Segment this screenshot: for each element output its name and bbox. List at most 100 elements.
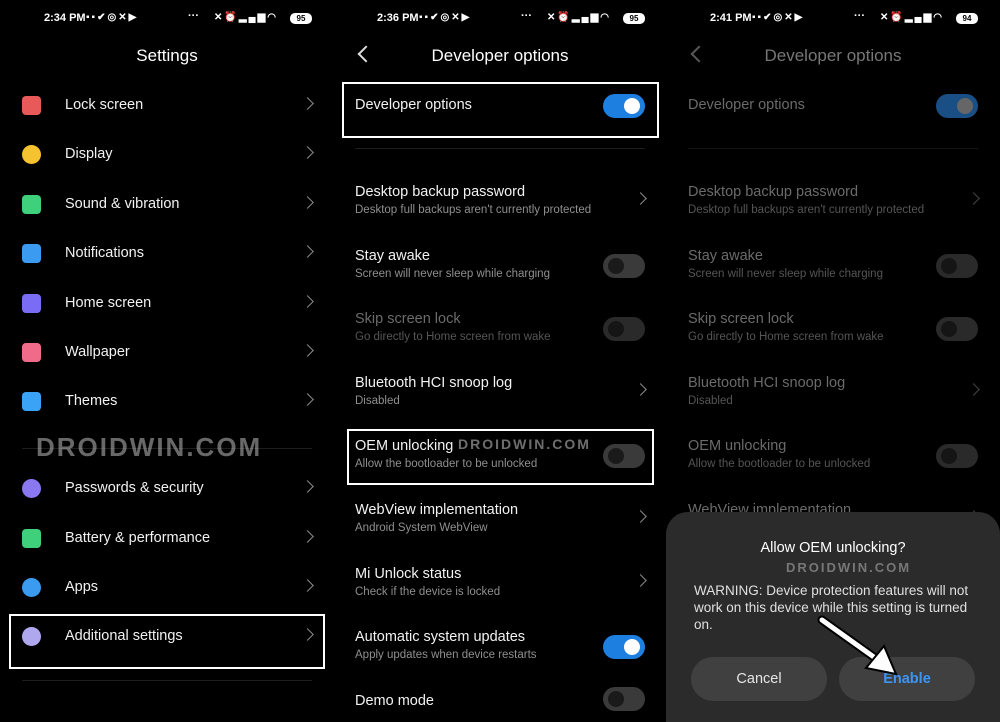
developer-option-row[interactable]: OEM unlocking Allow the bootloader to be … [666, 438, 1000, 498]
page-title: Developer options [431, 46, 569, 65]
chevron-right-icon [301, 344, 314, 357]
developer-option-row[interactable]: Desktop backup password Desktop full back… [333, 184, 667, 244]
divider [22, 680, 312, 681]
option-toggle[interactable] [603, 254, 645, 278]
option-toggle[interactable] [936, 254, 978, 278]
chevron-right-icon [634, 574, 647, 587]
developer-option-row[interactable]: WebView implementation Android System Web… [333, 502, 667, 562]
row-title: Stay awake [355, 248, 430, 264]
settings-item-label: Notifications [65, 245, 144, 261]
settings-item[interactable]: Apps [0, 566, 334, 610]
row-title: Skip screen lock [688, 311, 794, 327]
system-icons: ✕⏰▂▄▆◠ [214, 12, 279, 23]
row-title: Mi Unlock status [355, 566, 462, 582]
row-subtitle: Screen will never sleep while charging [355, 268, 550, 280]
settings-item[interactable]: Passwords & security [0, 467, 334, 511]
row-subtitle: Allow the bootloader to be unlocked [688, 458, 871, 470]
settings-item-label: Lock screen [65, 97, 144, 113]
status-bar: 2:41 PM ▪▪✔◎✕▶ ··· ✕⏰▂▄▆◠ 94 [666, 10, 1000, 28]
settings-item[interactable]: Wallpaper [0, 331, 334, 375]
settings-item[interactable]: Lock screen [0, 84, 334, 128]
lock-icon [22, 96, 41, 115]
chevron-right-icon [634, 510, 647, 523]
option-toggle[interactable] [936, 317, 978, 341]
settings-item[interactable]: Display [0, 133, 334, 177]
battery-icon [22, 529, 41, 548]
settings-item[interactable]: Home screen [0, 282, 334, 326]
page-title: Developer options [764, 46, 902, 65]
notification-icons: ▪▪✔◎✕▶ [86, 12, 139, 23]
chevron-right-icon [301, 146, 314, 159]
chevron-right-icon [301, 97, 314, 110]
notification-icons: ▪▪✔◎✕▶ [419, 12, 472, 23]
developer-option-row[interactable]: Skip screen lock Go directly to Home scre… [333, 311, 667, 371]
sun-icon [22, 145, 41, 164]
developer-option-row[interactable]: Bluetooth HCI snoop log Disabled [666, 375, 1000, 435]
row-title: Developer options [688, 97, 805, 113]
option-toggle[interactable] [603, 635, 645, 659]
settings-screen: 2:34 PM ▪▪✔◎✕▶ ··· ✕⏰▂▄▆◠ 95 Settings Lo… [0, 0, 334, 722]
developer-option-row[interactable]: Skip screen lock Go directly to Home scre… [666, 311, 1000, 371]
developer-option-row[interactable]: Demo mode [333, 687, 667, 722]
settings-item-label: Wallpaper [65, 344, 130, 360]
cancel-button[interactable]: Cancel [691, 657, 827, 701]
speaker-icon [22, 195, 41, 214]
highlight-box [342, 82, 659, 138]
row-title: Bluetooth HCI snoop log [355, 375, 513, 391]
row-subtitle: Go directly to Home screen from wake [688, 331, 884, 343]
more-notifications-icon: ··· [188, 10, 199, 22]
battery-icon: 95 [623, 13, 645, 24]
oem-unlock-dialog: Allow OEM unlocking? DROIDWIN.COM WARNIN… [666, 512, 1000, 722]
settings-item-label: Themes [65, 393, 118, 409]
developer-option-row[interactable]: Stay awake Screen will never sleep while … [333, 248, 667, 308]
status-bar: 2:36 PM ▪▪✔◎✕▶ ··· ✕⏰▂▄▆◠ 95 [333, 10, 667, 28]
option-toggle[interactable] [936, 444, 978, 468]
system-icons: ✕⏰▂▄▆◠ [547, 12, 612, 23]
chevron-right-icon [301, 530, 314, 543]
status-time: 2:34 PM [44, 12, 86, 24]
row-subtitle: Apply updates when device restarts [355, 649, 537, 661]
developer-option-row[interactable]: Mi Unlock status Check if the device is l… [333, 566, 667, 626]
developer-option-row[interactable]: Bluetooth HCI snoop log Disabled [333, 375, 667, 435]
settings-item[interactable]: Sound & vibration [0, 183, 334, 227]
chevron-right-icon [301, 196, 314, 209]
settings-item[interactable]: Themes [0, 380, 334, 424]
chevron-right-icon [634, 192, 647, 205]
highlight-box [9, 614, 325, 669]
row-title: Desktop backup password [355, 184, 526, 200]
more-notifications-icon: ··· [521, 10, 532, 22]
more-notifications-icon: ··· [854, 10, 865, 22]
developer-option-row[interactable]: Desktop backup password Desktop full back… [666, 184, 1000, 244]
option-toggle[interactable] [603, 687, 645, 711]
settings-item-label: Apps [65, 579, 99, 595]
developer-options-screen: 2:36 PM ▪▪✔◎✕▶ ··· ✕⏰▂▄▆◠ 95 Developer o… [333, 0, 667, 722]
row-title: OEM unlocking [688, 438, 787, 454]
brush-icon [22, 392, 41, 411]
developer-option-row[interactable]: Stay awake Screen will never sleep while … [666, 248, 1000, 308]
developer-options-toggle[interactable] [936, 94, 978, 118]
row-subtitle: Disabled [355, 395, 400, 407]
notification-icons: ▪▪✔◎✕▶ [752, 12, 805, 23]
developer-options-dialog-screen: 2:41 PM ▪▪✔◎✕▶ ··· ✕⏰▂▄▆◠ 94 Developer o… [666, 0, 1000, 722]
dialog-title: Allow OEM unlocking? [760, 540, 906, 556]
chevron-right-icon [301, 295, 314, 308]
chevron-right-icon [301, 245, 314, 258]
divider [688, 148, 978, 149]
divider [355, 148, 645, 149]
settings-item-label: Display [65, 146, 113, 162]
option-toggle[interactable] [603, 317, 645, 341]
row-subtitle: Check if the device is locked [355, 586, 501, 598]
settings-item[interactable]: Notifications [0, 232, 334, 276]
settings-item-label: Sound & vibration [65, 196, 180, 212]
watermark: DROIDWIN.COM [36, 432, 263, 462]
battery-icon: 94 [956, 13, 978, 24]
row-subtitle: Desktop full backups aren't currently pr… [688, 204, 925, 216]
row-title: Automatic system updates [355, 629, 526, 645]
system-icons: ✕⏰▂▄▆◠ [880, 12, 945, 23]
developer-option-row[interactable]: Automatic system updates Apply updates wh… [333, 629, 667, 689]
settings-item[interactable]: Battery & performance [0, 517, 334, 561]
row-title: Demo mode [355, 693, 434, 709]
row-subtitle: Desktop full backups aren't currently pr… [355, 204, 592, 216]
home-icon [22, 294, 41, 313]
watermark: DROIDWIN.COM [458, 436, 591, 452]
